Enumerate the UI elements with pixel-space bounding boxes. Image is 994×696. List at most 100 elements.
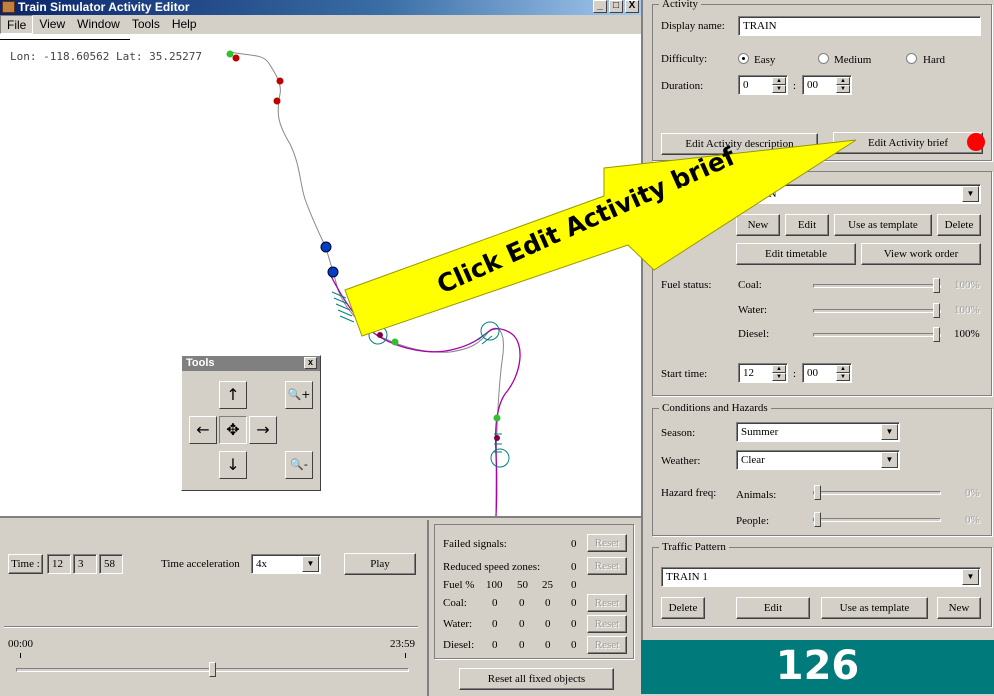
people-slider-thumb[interactable]	[814, 512, 821, 527]
path-node[interactable]	[232, 54, 240, 62]
path-node[interactable]	[276, 77, 284, 85]
menu-tools[interactable]: Tools	[126, 15, 166, 34]
reset-diesel-button[interactable]: Reset	[587, 636, 627, 654]
traffic-edit-button[interactable]: Edit	[736, 597, 810, 619]
pan-right-button[interactable]: →	[249, 416, 277, 444]
water-slider[interactable]	[813, 303, 941, 318]
start-hour-value: 12	[743, 367, 754, 379]
tools-palette-title: Tools x	[182, 356, 320, 371]
animals-slider-thumb[interactable]	[814, 485, 821, 500]
simulation-panel: Time : 12 3 58 Time acceleration 4x ▼ Pla…	[0, 516, 641, 696]
signal-node[interactable]	[327, 266, 339, 278]
fuel-status-label: Fuel status:	[661, 279, 712, 291]
signal-node[interactable]	[320, 241, 332, 253]
season-select[interactable]: Summer ▼	[736, 422, 900, 442]
path-node[interactable]	[493, 414, 501, 422]
reset-speed-button[interactable]: Reset	[587, 557, 627, 575]
edit-activity-description-button[interactable]: Edit Activity description	[661, 133, 818, 155]
traffic-template-button[interactable]: Use as template	[821, 597, 928, 619]
route-map[interactable]: Lon: -118.60562 Lat: 35.25277 Tools x ↑ 🔍…	[0, 34, 641, 516]
maximize-button[interactable]: □	[609, 0, 623, 13]
path-node[interactable]	[494, 435, 500, 441]
reset-all-button[interactable]: Reset all fixed objects	[459, 668, 614, 690]
menu-help[interactable]: Help	[166, 15, 203, 34]
reset-water-button[interactable]: Reset	[587, 615, 627, 633]
animals-label: Animals:	[736, 489, 777, 501]
zoom-out-icon[interactable]: 🔍-	[285, 451, 313, 479]
close-button[interactable]: X	[625, 0, 639, 13]
path-node[interactable]	[391, 338, 399, 346]
duration-hours[interactable]: 0 ▲ ▼	[738, 75, 788, 95]
start-minute[interactable]: 00 ▲ ▼	[802, 363, 852, 383]
path-node[interactable]	[377, 332, 383, 338]
edit-timetable-button[interactable]: Edit timetable	[736, 243, 856, 265]
chevron-down-icon: ▼	[881, 452, 898, 468]
pan-up-button[interactable]: ↑	[219, 381, 247, 409]
water-slider-thumb[interactable]	[933, 303, 940, 318]
fuel-percent-header: Fuel %	[443, 579, 475, 591]
diesel-slider-thumb[interactable]	[933, 327, 940, 342]
view-work-order-button[interactable]: View work order	[861, 243, 981, 265]
coal-row-label: Coal:	[443, 597, 467, 609]
edit-activity-brief-button[interactable]: Edit Activity brief	[833, 132, 983, 154]
duration-label: Duration:	[661, 80, 704, 92]
failed-signals-label: Failed signals:	[443, 538, 507, 550]
difficulty-hard-radio[interactable]	[906, 53, 917, 64]
close-icon[interactable]: x	[304, 357, 317, 369]
pan-center-icon[interactable]: ✥	[219, 416, 247, 444]
zoom-in-icon[interactable]: 🔍+	[285, 381, 313, 409]
pan-down-button[interactable]: ↓	[219, 451, 247, 479]
people-slider[interactable]	[813, 512, 941, 527]
failed-signals-value: 0	[571, 538, 577, 550]
spinner-icon[interactable]: ▲ ▼	[772, 365, 786, 381]
timeline-end: 23:59	[390, 638, 416, 650]
reset-coal-button[interactable]: Reset	[587, 594, 627, 612]
pan-left-button[interactable]: ←	[189, 416, 217, 444]
menu-file[interactable]: File	[0, 15, 34, 34]
coal-slider-thumb[interactable]	[933, 278, 940, 293]
menu-view[interactable]: View	[33, 15, 71, 34]
weather-label: Weather:	[661, 455, 701, 467]
people-percent: 0%	[965, 514, 980, 526]
service-edit-button[interactable]: Edit	[785, 214, 829, 236]
difficulty-easy-radio[interactable]	[738, 53, 749, 64]
difficulty-medium-radio[interactable]	[818, 53, 829, 64]
player-service-select[interactable]: TRAIN ▼	[738, 184, 981, 204]
fuel-col: 25	[542, 579, 553, 591]
cell: 0	[571, 639, 577, 651]
weather-select[interactable]: Clear ▼	[736, 450, 900, 470]
fuel-col: 0	[571, 579, 577, 591]
separator: :	[793, 80, 797, 92]
traffic-delete-button[interactable]: Delete	[661, 597, 705, 619]
reset-signals-button[interactable]: Reset	[587, 534, 627, 552]
diesel-label: Diesel:	[738, 328, 770, 340]
people-label: People:	[736, 515, 769, 527]
spinner-icon[interactable]: ▲ ▼	[836, 365, 850, 381]
service-delete-button[interactable]: Delete	[937, 214, 981, 236]
coal-percent: 100%	[954, 279, 980, 291]
window-titlebar: Train Simulator Activity Editor _ □ X	[0, 0, 641, 15]
spinner-icon[interactable]: ▲ ▼	[836, 77, 850, 93]
diesel-slider[interactable]	[813, 327, 941, 342]
service-new-button[interactable]: New	[736, 214, 780, 236]
traffic-pattern-select[interactable]: TRAIN 1 ▼	[661, 567, 981, 587]
display-name-input[interactable]: TRAIN	[738, 16, 981, 36]
path-node[interactable]	[273, 97, 281, 105]
service-template-button[interactable]: Use as template	[834, 214, 932, 236]
traffic-new-button[interactable]: New	[937, 597, 981, 619]
play-button[interactable]: Play	[344, 553, 416, 575]
timeline-thumb[interactable]	[209, 662, 216, 677]
coal-slider[interactable]	[813, 278, 941, 293]
start-hour[interactable]: 12 ▲ ▼	[738, 363, 788, 383]
duration-minutes[interactable]: 00 ▲ ▼	[802, 75, 852, 95]
time-acceleration-value: 4x	[256, 558, 267, 570]
properties-panel: Activity Display name: TRAIN Difficulty:…	[641, 0, 994, 640]
display-name-label: Display name:	[661, 20, 725, 32]
time-acceleration-select[interactable]: 4x ▼	[251, 554, 321, 574]
timeline-slider[interactable]	[16, 662, 409, 677]
path-node[interactable]	[226, 50, 234, 58]
menu-window[interactable]: Window	[71, 15, 126, 34]
spinner-icon[interactable]: ▲ ▼	[772, 77, 786, 93]
animals-slider[interactable]	[813, 485, 941, 500]
minimize-button[interactable]: _	[593, 0, 607, 13]
